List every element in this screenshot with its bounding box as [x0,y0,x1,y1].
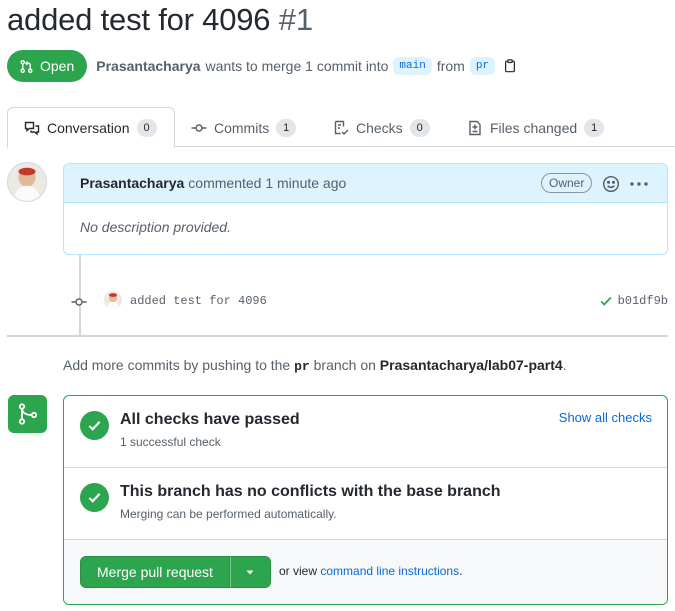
base-branch-label[interactable]: main [393,57,432,75]
pr-meta: Prasantacharya wants to merge 1 commit i… [96,57,517,75]
commit-timeline-item: added test for 4096 b01df9b [63,288,668,314]
comment-action: commented [188,175,262,191]
push-hint-branch: pr [294,359,310,374]
tab-files-changed-label: Files changed [490,119,578,136]
conflicts-title: This branch has no conflicts with the ba… [120,483,501,500]
tab-files-changed-count: 1 [584,118,605,137]
commit-author-avatar[interactable] [104,291,122,309]
tab-checks-label: Checks [356,119,403,136]
commit-sha-group: b01df9b [599,294,668,308]
merge-box: All checks have passed 1 successful chec… [63,395,668,605]
head-branch-label[interactable]: pr [469,57,496,75]
owner-badge: Owner [541,173,593,193]
merge-actions: Merge pull request or view command line … [64,540,667,604]
git-commit-icon [71,298,87,306]
push-hint-suffix: . [562,357,567,373]
pr-tabs: Conversation 0 Commits 1 Checks 0 Files … [7,107,675,148]
checks-success-badge [80,411,109,440]
push-hint-repo-link[interactable]: Prasantacharya/lab07-part4 [380,357,563,373]
copy-icon[interactable] [503,59,517,73]
check-icon [88,493,101,503]
checks-section: All checks have passed 1 successful chec… [64,396,667,468]
comment-time[interactable]: 1 minute ago [265,175,346,191]
tab-commits-label: Commits [214,119,270,136]
pr-state-row: Open Prasantacharya wants to merge 1 com… [7,49,517,83]
pr-from-text: from [436,58,465,74]
push-hint-prefix: Add more commits by pushing to the [63,357,291,373]
kebab-horizontal-icon[interactable] [628,175,650,193]
tab-checks[interactable]: Checks 0 [317,107,446,148]
comment-body: No description provided. [80,219,231,235]
cli-suffix: . [459,564,463,578]
triangle-down-icon [246,570,254,575]
merge-status-icon-box [8,395,47,433]
timeline-divider [7,335,668,337]
tab-commits-count: 1 [276,118,297,137]
tab-files-changed[interactable]: Files changed 1 [451,107,620,148]
comment-header: Prasantacharya commented 1 minute ago Ow… [64,164,667,203]
checks-subtitle: 1 successful check [120,435,221,449]
show-all-checks-link[interactable]: Show all checks [559,410,652,425]
pr-title-text: added test for 4096 [7,2,271,37]
check-icon [88,421,101,431]
git-pull-request-icon [20,59,33,73]
push-hint-middle: branch on [313,357,376,373]
checks-title: All checks have passed [120,411,300,428]
command-line-instructions-link[interactable]: command line instructions [320,564,459,578]
pr-merge-text: wants to merge 1 commit into [205,58,389,74]
commit-message-link[interactable]: added test for 4096 [130,294,267,308]
git-commit-icon [191,123,207,132]
git-merge-icon [18,403,37,425]
open-state-badge: Open [7,50,88,82]
tab-conversation-count: 0 [136,118,157,137]
tab-conversation[interactable]: Conversation 0 [7,107,175,148]
pr-author-link[interactable]: Prasantacharya [96,58,200,74]
comment-author-link[interactable]: Prasantacharya [80,175,184,191]
tab-commits[interactable]: Commits 1 [175,107,312,148]
tab-checks-count: 0 [409,118,430,137]
conflicts-subtitle: Merging can be performed automatically. [120,507,337,521]
tab-conversation-label: Conversation [47,119,130,136]
conflicts-success-badge [80,483,109,512]
author-avatar[interactable] [7,162,47,202]
smiley-icon[interactable] [602,175,620,193]
push-hint: Add more commits by pushing to the pr br… [63,357,567,374]
merge-method-dropdown[interactable] [229,556,271,588]
pr-title: added test for 4096 #1 [7,2,313,38]
commit-sha-link[interactable]: b01df9b [618,294,668,308]
file-diff-icon [469,120,481,135]
cli-hint: or view command line instructions. [279,564,462,578]
conflicts-section: This branch has no conflicts with the ba… [64,468,667,540]
merge-button-group: Merge pull request [80,556,271,588]
check-icon[interactable] [599,294,613,308]
open-state-label: Open [40,58,75,74]
merge-pull-request-button[interactable]: Merge pull request [80,556,230,588]
cli-or-view: or view [279,564,318,578]
pr-number: #1 [278,2,313,37]
checklist-icon [334,120,349,135]
pr-description-comment: Prasantacharya commented 1 minute ago Ow… [63,163,668,255]
comment-discussion-icon [24,121,40,135]
